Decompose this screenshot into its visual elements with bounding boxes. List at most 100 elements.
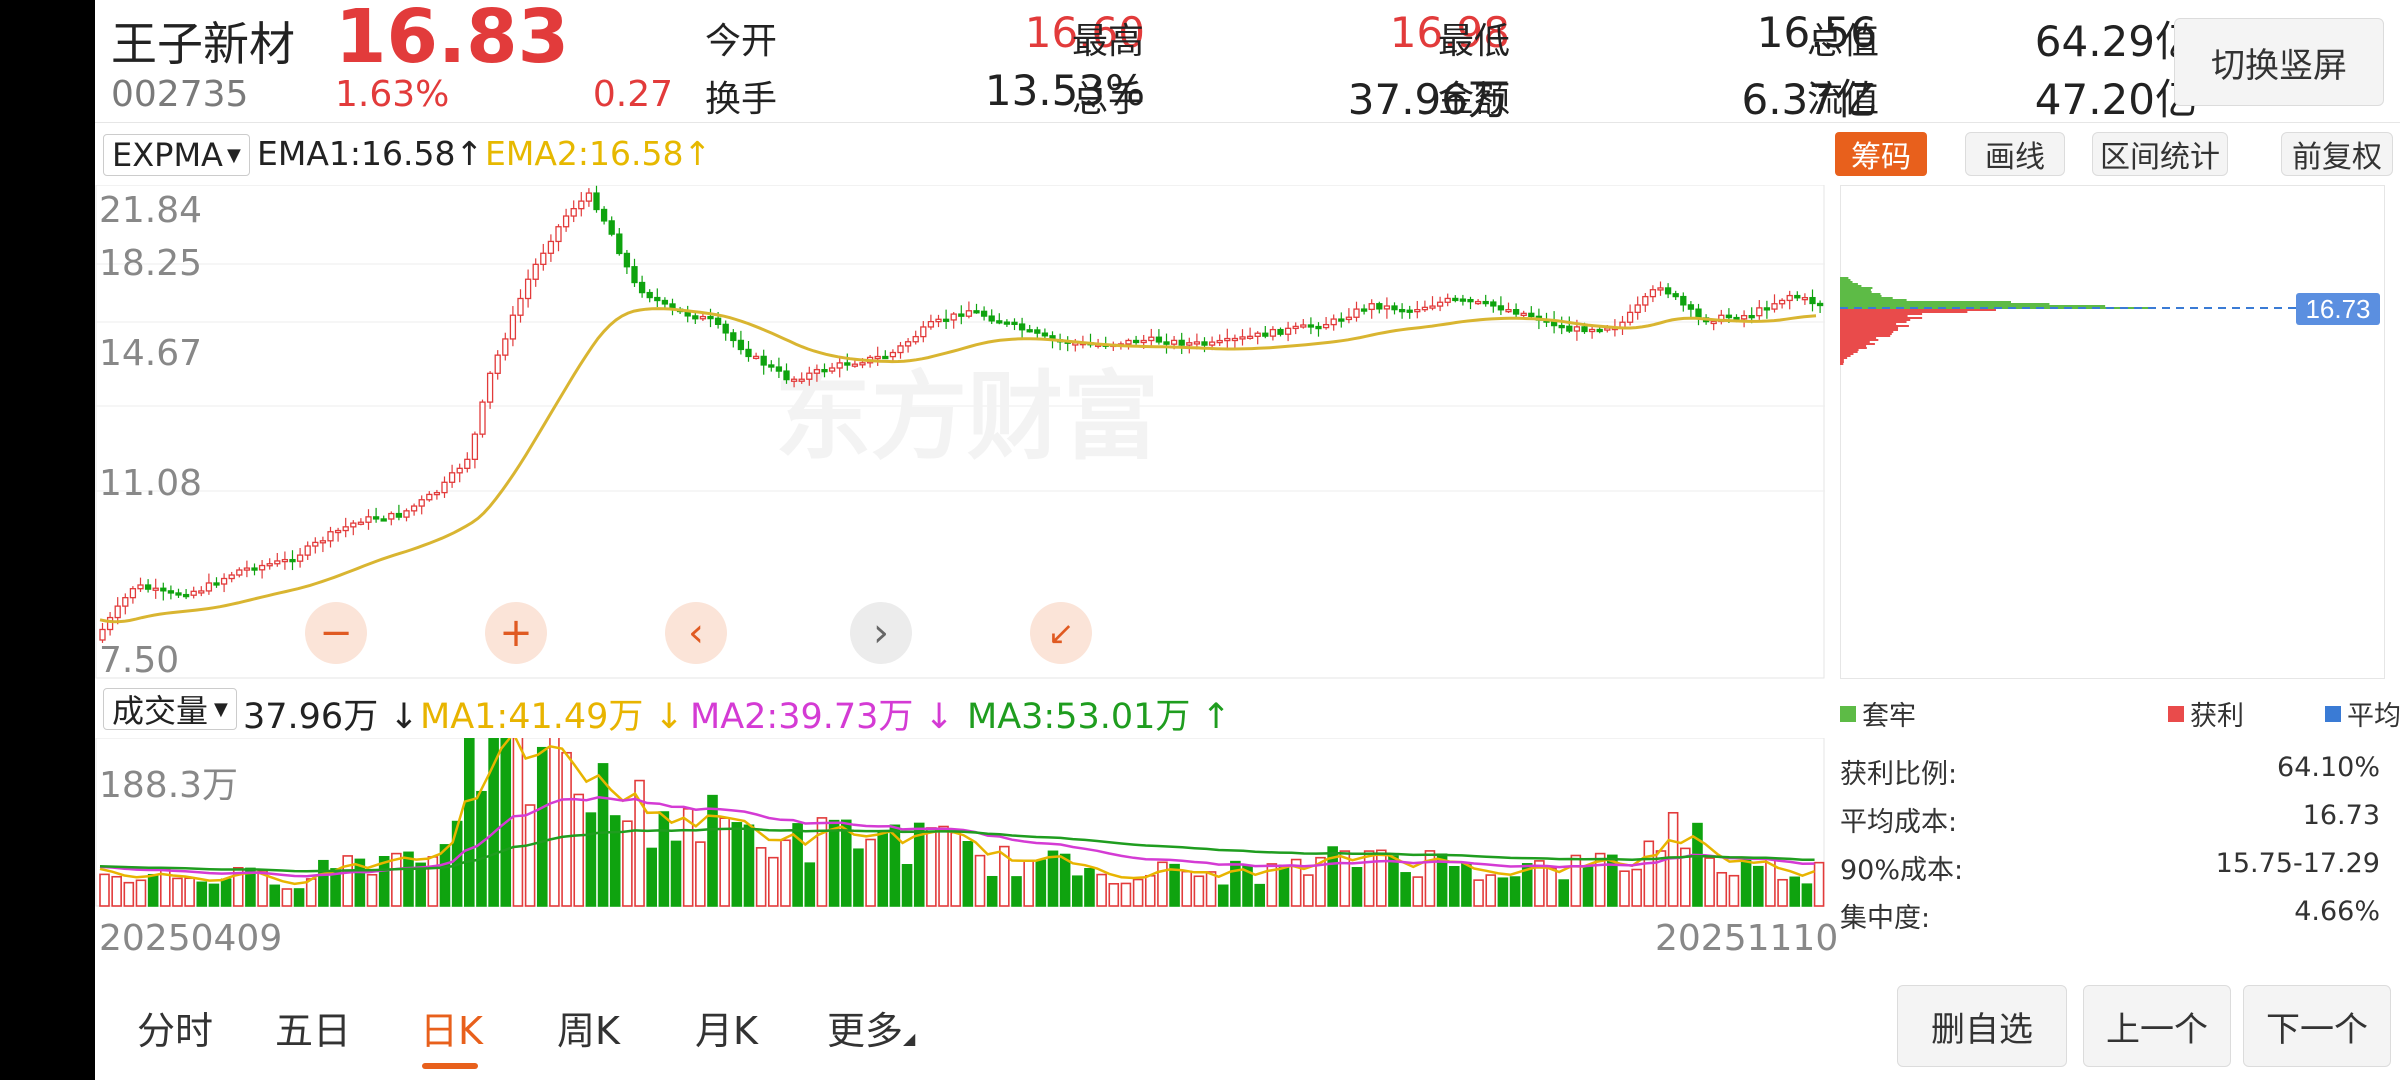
volume-bar xyxy=(1740,858,1752,907)
volume-bar xyxy=(974,854,986,907)
candle-body xyxy=(1307,324,1315,328)
volume-bar xyxy=(524,804,536,907)
candle-body xyxy=(327,531,334,542)
volume-bar xyxy=(1582,866,1594,907)
candle-body xyxy=(578,200,585,210)
volume-bar xyxy=(1035,859,1047,907)
candle-body xyxy=(167,590,175,594)
candle-body xyxy=(1125,339,1132,345)
candle-body xyxy=(1649,289,1657,298)
tab-daily-k[interactable]: 日K xyxy=(420,1000,483,1055)
candle-body xyxy=(965,310,973,317)
candle-body xyxy=(562,215,570,228)
tab-forward-adjust[interactable]: 前复权 xyxy=(2281,132,2393,176)
scroll-right-button[interactable]: › xyxy=(850,602,912,664)
tab-draw[interactable]: 画线 xyxy=(1965,132,2065,176)
indicator-selector[interactable]: EXPMA ▼ xyxy=(103,134,250,176)
candle-body xyxy=(844,362,851,366)
volume-bar xyxy=(573,793,585,907)
volume-bar xyxy=(366,873,378,907)
next-stock-button[interactable]: 下一个 xyxy=(2243,985,2391,1067)
candle-body xyxy=(1254,332,1261,337)
candle-body xyxy=(1733,316,1740,321)
zoom-out-button[interactable]: − xyxy=(305,602,367,664)
candle-body xyxy=(593,192,600,211)
volume-bar xyxy=(463,738,475,907)
chip-bar xyxy=(1840,281,1853,283)
volume-selector-label: 成交量 xyxy=(112,692,209,730)
volume-bar xyxy=(609,815,621,907)
candle-body xyxy=(1725,314,1733,319)
chip-bar xyxy=(1840,277,1849,279)
ma1-text: MA1:41.49万 xyxy=(420,697,644,737)
chip-bar xyxy=(1840,305,2106,307)
float-value: 47.20亿 xyxy=(2034,75,2197,124)
candle-body xyxy=(813,368,821,374)
collapse-icon[interactable]: ↙ xyxy=(1030,602,1092,664)
volume-chart[interactable] xyxy=(95,738,1825,908)
previous-stock-button[interactable]: 上一个 xyxy=(2083,985,2231,1067)
down-arrow-icon: ↓ xyxy=(924,697,954,737)
scroll-left-button[interactable]: ‹ xyxy=(665,602,727,664)
volume-selector[interactable]: 成交量 ▼ xyxy=(103,688,237,730)
down-arrow-icon: ↓ xyxy=(389,697,419,737)
watermark: 东方财富 xyxy=(775,364,1159,471)
candle-body xyxy=(289,558,296,563)
candle-body xyxy=(760,355,767,366)
candle-body xyxy=(904,341,912,347)
tab-five-day[interactable]: 五日 xyxy=(275,1000,351,1055)
tab-intraday[interactable]: 分时 xyxy=(137,1000,213,1055)
volume-bar xyxy=(391,852,402,907)
candle-body xyxy=(418,499,425,507)
volume-bar xyxy=(622,820,633,907)
volume-bar xyxy=(1108,883,1120,907)
tab-range-stats[interactable]: 区间统计 xyxy=(2092,132,2228,176)
candle-body xyxy=(281,558,289,563)
volume-bar xyxy=(111,875,122,907)
volume-bar xyxy=(318,859,329,907)
candle-body xyxy=(1193,341,1201,345)
tab-monthly-k[interactable]: 月K xyxy=(695,1000,758,1055)
candle-body xyxy=(1398,308,1406,313)
down-arrow-icon: ↓ xyxy=(654,697,684,737)
candle-body xyxy=(532,263,539,280)
tab-weekly-k[interactable]: 周K xyxy=(557,1000,620,1055)
candle-body xyxy=(350,522,357,528)
candle-body xyxy=(1132,339,1140,344)
candle-body xyxy=(1186,342,1193,346)
candle-body xyxy=(220,577,228,585)
volume-bar xyxy=(865,838,876,907)
candle-body xyxy=(730,332,737,342)
candle-body xyxy=(806,372,813,380)
switch-portrait-button[interactable]: 切换竖屏 xyxy=(2174,18,2384,106)
chip-bar xyxy=(1840,327,1899,329)
chip-bar xyxy=(1840,297,1893,299)
axis-tick-14.67: 14.67 xyxy=(99,333,203,374)
candle-body xyxy=(950,313,957,321)
tab-chips[interactable]: 筹码 xyxy=(1835,132,1927,176)
stat-value: 15.75-17.29 xyxy=(2215,848,2380,879)
volume-bar xyxy=(1254,883,1265,907)
candle-body xyxy=(190,590,197,596)
ema2-text: EMA2:16.58 xyxy=(485,134,684,173)
volume-bar xyxy=(1047,850,1059,907)
candle-body xyxy=(312,541,319,547)
candle-body xyxy=(1740,314,1748,320)
chip-bar xyxy=(1840,289,1871,291)
up-arrow-icon: ↑ xyxy=(455,134,484,173)
candle-body xyxy=(464,458,471,469)
candle-body xyxy=(1588,328,1596,333)
chip-bar xyxy=(1840,357,1848,359)
volume-bar xyxy=(1546,867,1557,907)
remove-watchlist-button[interactable]: 删自选 xyxy=(1897,985,2067,1067)
volume-bar xyxy=(926,827,937,907)
tab-more[interactable]: 更多◢ xyxy=(827,1000,915,1055)
chip-bar xyxy=(1840,287,1873,289)
candle-body xyxy=(114,605,121,619)
candle-body xyxy=(243,567,251,571)
kline-chart[interactable]: 东方财富 xyxy=(95,185,1825,680)
dropdown-icon: ▼ xyxy=(226,144,241,166)
zoom-in-button[interactable]: + xyxy=(485,602,547,664)
volume-bar xyxy=(1485,874,1497,907)
candle-body xyxy=(1292,325,1299,330)
